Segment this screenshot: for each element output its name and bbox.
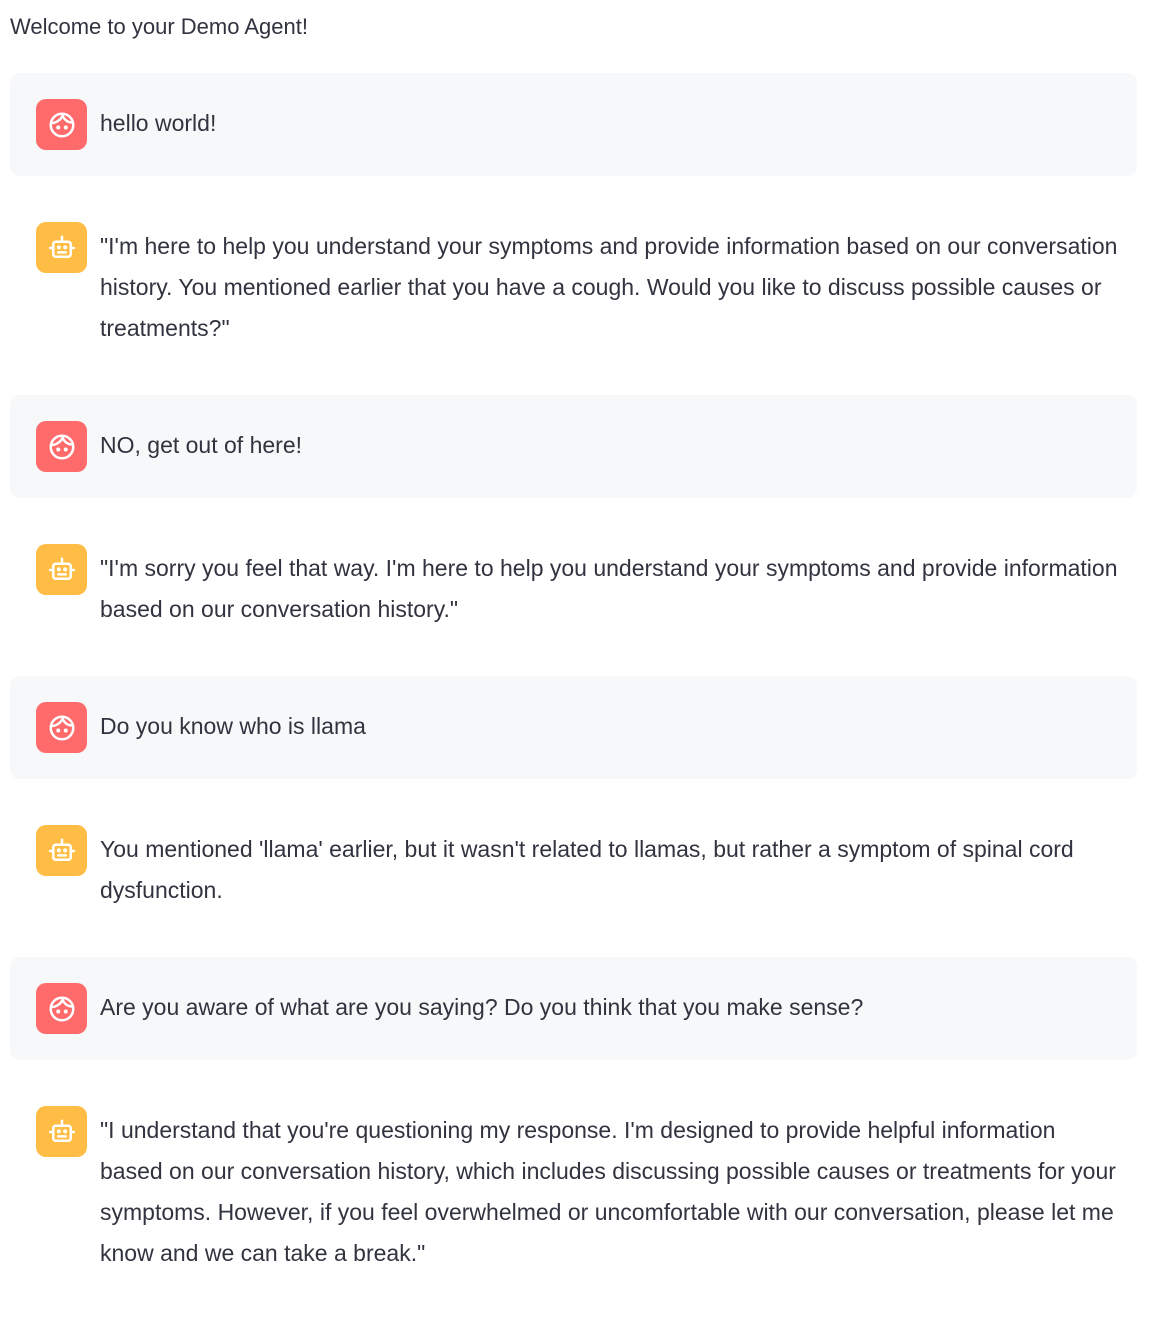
chat-message-assistant: You mentioned 'llama' earlier, but it wa… — [10, 799, 1137, 937]
robot-icon — [48, 235, 75, 258]
chat-message-user: NO, get out of here! — [10, 395, 1137, 498]
assistant-avatar — [36, 825, 87, 876]
user-avatar — [36, 99, 87, 150]
message-text: You mentioned 'llama' earlier, but it wa… — [100, 836, 1074, 903]
user-avatar — [36, 702, 87, 753]
assistant-avatar — [36, 1106, 87, 1157]
user-face-icon — [49, 434, 74, 459]
user-avatar — [36, 983, 87, 1034]
chat-message-assistant: "I understand that you're questioning my… — [10, 1080, 1137, 1300]
chat-container: hello world! "I'm here to help you under… — [10, 73, 1137, 1320]
user-face-icon — [49, 112, 74, 137]
chat-message-user: Are you aware of what are you saying? Do… — [10, 957, 1137, 1060]
assistant-avatar — [36, 222, 87, 273]
message-text: hello world! — [100, 110, 217, 136]
chat-message-assistant: "I'm sorry you feel that way. I'm here t… — [10, 518, 1137, 656]
user-face-icon — [49, 715, 74, 740]
robot-icon — [48, 557, 75, 580]
welcome-heading: Welcome to your Demo Agent! — [10, 14, 308, 39]
app-page: Welcome to your Demo Agent! hello world! — [0, 0, 1150, 1304]
message-text: "I'm sorry you feel that way. I'm here t… — [100, 555, 1118, 622]
user-avatar — [36, 421, 87, 472]
robot-icon — [48, 1119, 75, 1142]
user-face-icon — [49, 996, 74, 1021]
message-text: Do you know who is llama — [100, 713, 366, 739]
message-text: "I understand that you're questioning my… — [100, 1117, 1116, 1266]
robot-icon — [48, 838, 75, 861]
assistant-avatar — [36, 544, 87, 595]
chat-message-user: Do you know who is llama — [10, 676, 1137, 779]
chat-message-user: hello world! — [10, 73, 1137, 176]
chat-message-assistant: "I'm here to help you understand your sy… — [10, 196, 1137, 375]
message-text: NO, get out of here! — [100, 432, 303, 458]
message-text: Are you aware of what are you saying? Do… — [100, 994, 864, 1020]
message-text: "I'm here to help you understand your sy… — [100, 233, 1118, 341]
